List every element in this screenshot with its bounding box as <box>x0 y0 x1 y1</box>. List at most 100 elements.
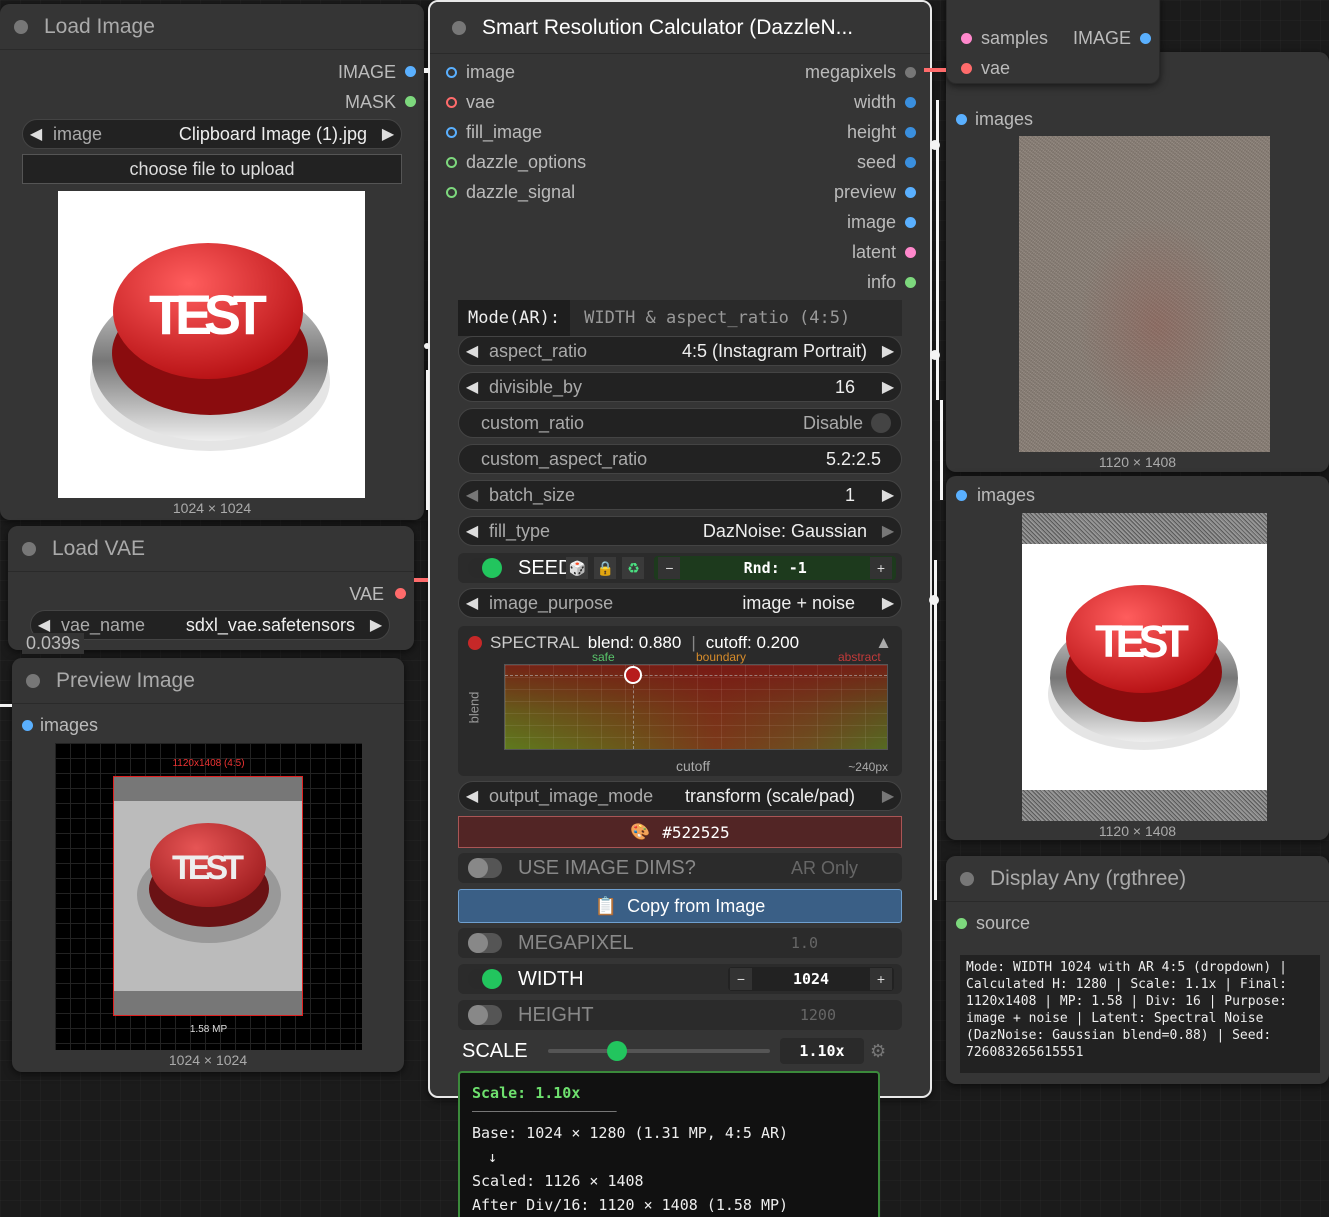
input-slot-vae[interactable] <box>961 63 972 74</box>
spectral-handle[interactable] <box>624 666 642 685</box>
dice-icon[interactable]: 🎲 <box>566 557 589 579</box>
arrow-right-icon[interactable]: ▶ <box>875 341 901 361</box>
gear-icon[interactable]: ⚙ <box>870 1041 886 1062</box>
scale-slider-track[interactable] <box>548 1041 770 1061</box>
use-image-dims-row[interactable]: USE IMAGE DIMS? AR Only <box>458 853 902 883</box>
seed-toggle[interactable] <box>468 558 502 578</box>
output-image-mode-combo[interactable]: ◀ output_image_mode transform (scale/pad… <box>458 781 902 811</box>
image-purpose-combo[interactable]: ◀ image_purpose image + noise ▶ <box>458 588 902 618</box>
preview-image-node[interactable]: Preview Image images 1120x1408 (4:5) TES… <box>12 658 404 1072</box>
toggle-off-icon[interactable] <box>871 413 891 433</box>
arrow-right-icon[interactable]: ▶ <box>875 485 901 505</box>
width-toggle[interactable] <box>468 969 502 989</box>
output-slot-height[interactable] <box>905 127 916 138</box>
seed-increment-button[interactable]: + <box>870 557 892 579</box>
output-slot-image[interactable] <box>905 217 916 228</box>
arrow-left-icon[interactable]: ◀ <box>459 485 485 505</box>
image-combo-widget[interactable]: ◀ image Clipboard Image (1).jpg ▶ <box>22 119 402 149</box>
arrow-left-icon[interactable]: ◀ <box>459 521 485 541</box>
output-slot-image[interactable] <box>405 66 416 77</box>
input-slot-images[interactable] <box>22 720 33 731</box>
input-slot-dazzle-signal[interactable] <box>446 187 457 198</box>
node-title-bar[interactable]: Load Image <box>0 4 424 50</box>
input-slot-source[interactable] <box>956 918 967 929</box>
input-slot-vae[interactable] <box>446 97 457 108</box>
arrow-left-icon[interactable]: ◀ <box>23 124 49 144</box>
seed-stepper[interactable]: − Rnd: -1 + <box>654 556 896 580</box>
smart-resolution-calculator-node[interactable]: Smart Resolution Calculator (DazzleN... … <box>428 0 932 1098</box>
width-stepper[interactable]: − 1024 + <box>728 967 894 991</box>
output-slot-info[interactable] <box>905 277 916 288</box>
arrow-left-icon[interactable]: ◀ <box>459 377 485 397</box>
node-title-bar[interactable]: Display Any (rgthree) <box>946 856 1329 902</box>
arrow-left-icon[interactable]: ◀ <box>31 615 57 635</box>
arrow-right-icon[interactable]: ▶ <box>875 521 901 541</box>
megapixel-row[interactable]: MEGAPIXEL 1.0 <box>458 928 902 958</box>
arrow-left-icon[interactable]: ◀ <box>459 786 485 806</box>
input-slot-dazzle-options[interactable] <box>446 157 457 168</box>
color-swatch-button[interactable]: 🎨 #522525 <box>458 816 902 848</box>
output-slot-latent[interactable] <box>905 247 916 258</box>
load-image-node[interactable]: Load Image IMAGE MASK ◀ image Clipboard … <box>0 4 424 520</box>
use-image-dims-toggle[interactable] <box>468 858 502 878</box>
collapse-dot-icon[interactable] <box>960 871 974 886</box>
node-title: Preview Image <box>56 668 195 692</box>
collapse-dot-icon[interactable] <box>14 19 28 34</box>
preview-image-node-top-right[interactable]: images 1120 × 1408 <box>946 52 1329 472</box>
input-slot-images[interactable] <box>956 490 967 501</box>
display-any-node[interactable]: Display Any (rgthree) source Mode: WIDTH… <box>946 856 1329 1084</box>
output-slot-megapixels[interactable] <box>905 67 916 78</box>
lock-icon[interactable]: 🔒 <box>594 557 617 579</box>
custom-aspect-ratio-text[interactable]: custom_aspect_ratio 5.2:2.5 <box>458 444 902 474</box>
input-slot-samples[interactable] <box>961 33 972 44</box>
copy-from-image-button[interactable]: 📋 Copy from Image <box>458 889 902 923</box>
spectral-panel[interactable]: SPECTRAL blend: 0.880 | cutoff: 0.200 ▲ … <box>458 626 902 776</box>
preview-canvas: 1120x1408 (4:5) TEST 1.58 MP <box>55 743 362 1050</box>
node-title-bar[interactable]: Preview Image <box>12 658 404 704</box>
test-button-image: TEST <box>137 823 281 943</box>
node-title: Smart Resolution Calculator (DazzleN... <box>482 15 854 39</box>
custom-ratio-toggle[interactable]: custom_ratio Disable <box>458 408 902 438</box>
upload-button[interactable]: choose file to upload <box>22 154 402 184</box>
display-text-area[interactable]: Mode: WIDTH 1024 with AR 4:5 (dropdown) … <box>960 955 1320 1073</box>
arrow-right-icon[interactable]: ▶ <box>875 593 901 613</box>
arrow-right-icon[interactable]: ▶ <box>875 786 901 806</box>
aspect-ratio-combo[interactable]: ◀ aspect_ratio 4:5 (Instagram Portrait) … <box>458 336 902 366</box>
output-slot-seed[interactable] <box>905 157 916 168</box>
width-increment-button[interactable]: + <box>870 968 892 990</box>
width-decrement-button[interactable]: − <box>730 968 752 990</box>
arrow-left-icon[interactable]: ◀ <box>459 593 485 613</box>
height-row[interactable]: HEIGHT 1200 <box>458 1000 902 1030</box>
arrow-right-icon[interactable]: ▶ <box>375 124 401 144</box>
batch-size-number[interactable]: ◀ batch_size 1 ▶ <box>458 480 902 510</box>
recycle-icon[interactable]: ♻ <box>622 557 645 579</box>
output-slot-image[interactable] <box>1140 33 1151 44</box>
load-vae-node[interactable]: Load VAE VAE ◀ vae_name sdxl_vae.safeten… <box>8 526 414 650</box>
arrow-right-icon[interactable]: ▶ <box>363 615 389 635</box>
vae-decode-node[interactable]: samples vae IMAGE <box>946 0 1160 84</box>
fill-type-combo[interactable]: ◀ fill_type DazNoise: Gaussian ▶ <box>458 516 902 546</box>
arrow-right-icon[interactable]: ▶ <box>875 377 901 397</box>
preview-image-node-mid-right[interactable]: images TEST 1120 × 1408 <box>946 476 1329 840</box>
node-title-bar[interactable]: Load VAE <box>8 526 414 572</box>
node-title: Load Image <box>44 14 155 38</box>
arrow-left-icon[interactable]: ◀ <box>459 341 485 361</box>
divisible-by-number[interactable]: ◀ divisible_by 16 ▶ <box>458 372 902 402</box>
seed-decrement-button[interactable]: − <box>658 557 681 579</box>
collapse-dot-icon[interactable] <box>26 673 40 688</box>
node-title-bar[interactable]: Smart Resolution Calculator (DazzleN... <box>430 2 930 54</box>
height-toggle[interactable] <box>468 1005 502 1025</box>
scale-slider-thumb[interactable] <box>606 1041 627 1061</box>
output-slot-preview[interactable] <box>905 187 916 198</box>
image-preview: TEST <box>58 191 365 498</box>
spectral-heatmap[interactable] <box>504 664 888 750</box>
collapse-dot-icon[interactable] <box>452 20 466 35</box>
megapixel-toggle[interactable] <box>468 933 502 953</box>
collapse-dot-icon[interactable] <box>22 541 36 556</box>
output-slot-mask[interactable] <box>405 96 416 107</box>
output-slot-width[interactable] <box>905 97 916 108</box>
input-slot-image[interactable] <box>446 67 457 78</box>
input-slot-fill-image[interactable] <box>446 127 457 138</box>
output-slot-vae[interactable] <box>395 588 406 599</box>
input-slot-images[interactable] <box>956 114 967 125</box>
